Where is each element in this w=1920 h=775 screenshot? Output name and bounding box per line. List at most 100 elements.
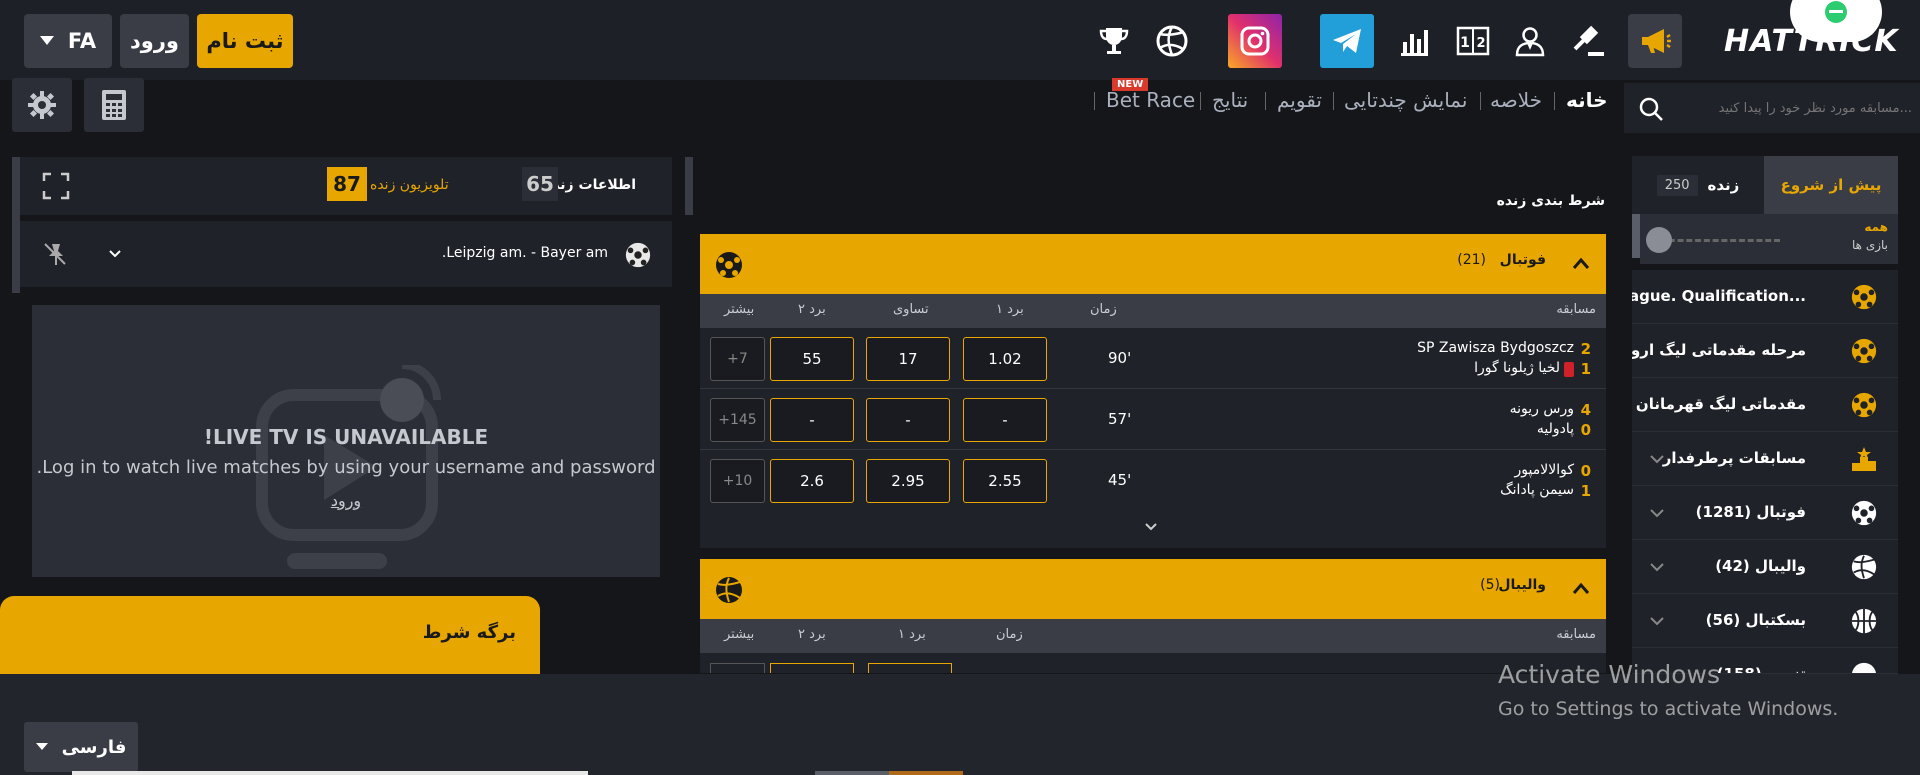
footer-language-label: فارسی — [61, 736, 127, 758]
match-time: 90' — [1108, 349, 1132, 367]
filter-slider-handle[interactable] — [1646, 227, 1672, 253]
tv-login-link[interactable]: ورود — [32, 491, 660, 510]
more-markets-button[interactable]: +10 — [710, 459, 765, 503]
odds-button[interactable] — [770, 663, 854, 673]
odds-button[interactable] — [868, 663, 952, 673]
auction-hammer-icon[interactable] — [1562, 14, 1616, 68]
telegram-icon[interactable] — [1320, 14, 1374, 68]
settings-button[interactable] — [12, 78, 72, 132]
sidebar-item[interactable]: مرحله مقدماتی لیگ اروپا — [1632, 324, 1898, 378]
live-match-selector[interactable]: Leipzig am. - Bayer am. — [20, 221, 672, 287]
volleyball-section-header[interactable]: (5) والیبال — [700, 559, 1606, 619]
col-win2: برد ۲ — [798, 627, 826, 642]
svg-text:1: 1 — [1460, 35, 1470, 51]
away-score: 0 — [1580, 421, 1591, 439]
sidebar-item[interactable]: مسابقات پرطرفدار — [1632, 432, 1898, 486]
sidebar-item-label: فوتبال (1281) — [1695, 503, 1806, 521]
nav-link-results[interactable]: نتایج — [1212, 88, 1248, 112]
unpin-icon[interactable] — [42, 241, 68, 267]
user-agent-icon[interactable] — [1503, 14, 1557, 68]
bet-slip-header[interactable]: برگه شرط — [0, 596, 540, 674]
search-input[interactable] — [1672, 93, 1912, 123]
sidebar-item[interactable]: مقدماتی لیگ قهرمانان اروپا — [1632, 378, 1898, 432]
register-button[interactable]: ثبت نام — [197, 14, 293, 68]
language-select[interactable]: FA — [24, 14, 112, 68]
away-team: لخیا ژیلونا گورا — [1474, 360, 1560, 376]
expand-more-chevron-icon[interactable] — [1144, 522, 1158, 532]
odds-win1-button[interactable]: - — [963, 398, 1047, 442]
nav-link-bet-race[interactable]: Bet Race — [1106, 88, 1195, 112]
odds-win2-button[interactable]: 2.6 — [770, 459, 854, 503]
trophy-icon[interactable] — [1087, 14, 1141, 68]
sidebar-item-label: تنیس (158) — [1716, 665, 1806, 674]
windows-activation-title: Activate Windows — [1498, 660, 1720, 689]
fullscreen-icon[interactable] — [42, 172, 70, 200]
basketball-icon — [1850, 607, 1878, 635]
tab-prematch[interactable]: پیش از شروع — [1764, 156, 1898, 214]
chevron-down-icon[interactable] — [1648, 612, 1666, 630]
statistics-icon[interactable] — [1387, 14, 1441, 68]
home-team: کوالالامپور — [1514, 462, 1574, 478]
odds-draw-button[interactable]: 17 — [866, 337, 950, 381]
odds-draw-button[interactable]: 2.95 — [866, 459, 950, 503]
match-row[interactable]: 0 کوالالامپور 1 سیمن پادانگ 45' 2.55 2.95 2.6 +1… — [700, 450, 1606, 511]
calculator-icon — [102, 90, 126, 120]
soccer-ball-icon — [1850, 391, 1878, 419]
odds-1x2-icon[interactable]: 12 — [1446, 14, 1500, 68]
nav-separator — [1554, 92, 1555, 110]
more-markets-button[interactable]: +145 — [710, 398, 765, 442]
filter-all-row[interactable]: همه بازی ها — [1640, 214, 1898, 264]
nav-separator — [1333, 92, 1334, 110]
announcement-icon[interactable] — [1628, 14, 1682, 68]
bet-slip-title: برگه شرط — [422, 622, 516, 643]
footer-language-select[interactable]: فارسی — [24, 722, 138, 772]
gear-icon — [28, 91, 56, 119]
more-markets-button[interactable]: +7 — [710, 337, 765, 381]
chevron-down-icon[interactable] — [1648, 504, 1666, 522]
sidebar-item[interactable]: League. Qualification... — [1632, 270, 1898, 324]
footer-scroll-strip-accent — [815, 771, 889, 775]
match-row[interactable]: 2 SP Zawisza Bydgoszcz 1 لخیا ژیلونا گورا 90… — [700, 328, 1606, 389]
soccer-ball-icon — [716, 252, 742, 278]
football-section-count: (21) — [1457, 252, 1486, 268]
odds-win2-button[interactable]: - — [770, 398, 854, 442]
sidebar-item[interactable]: والیبال (42) — [1632, 540, 1898, 594]
instagram-icon[interactable] — [1228, 14, 1282, 68]
footer-bar — [0, 674, 1920, 775]
odds-win1-button[interactable]: 2.55 — [963, 459, 1047, 503]
sidebar-item[interactable]: بسکتبال (56) — [1632, 594, 1898, 648]
sidebar-item-label: League. Qualification... — [1632, 287, 1806, 305]
chevron-down-icon[interactable] — [1648, 450, 1666, 468]
match-row[interactable]: 4 ورس ریونه 0 پادولیه 57' - - - +145 — [700, 389, 1606, 450]
col-match: مسابقه — [1556, 302, 1596, 317]
chevron-down-icon[interactable] — [1648, 558, 1666, 576]
live-tv-label[interactable]: تلویزیون زنده — [370, 177, 449, 193]
odds-button[interactable] — [710, 663, 765, 673]
tab-live-label: زنده — [1707, 176, 1740, 194]
calculator-button[interactable] — [84, 78, 144, 132]
collapse-chevron-icon[interactable] — [1572, 256, 1590, 270]
soccer-ball-icon — [625, 242, 651, 268]
tab-live[interactable]: 250 زنده — [1632, 156, 1764, 214]
nav-link-home[interactable]: خانه — [1566, 88, 1608, 112]
filter-slider-track[interactable] — [1660, 239, 1780, 242]
home-team: ورس ریونه — [1509, 401, 1574, 417]
volleyball-nav-icon[interactable] — [1145, 14, 1199, 68]
chevron-down-icon[interactable] — [108, 249, 122, 259]
caret-down-icon — [35, 743, 48, 750]
search-bar[interactable] — [1624, 83, 1920, 133]
odds-win1-button[interactable]: 1.02 — [963, 337, 1047, 381]
volleyball-section-title: والیبال — [1498, 577, 1546, 593]
odds-draw-button[interactable]: - — [866, 398, 950, 442]
chat-bubble-icon[interactable] — [1790, 0, 1882, 42]
nav-link-multiview[interactable]: نمایش چندتایی — [1344, 88, 1467, 112]
sidebar-item[interactable]: فوتبال (1281) — [1632, 486, 1898, 540]
live-panel-accent — [12, 157, 20, 293]
login-button[interactable]: ورود — [120, 14, 189, 68]
nav-link-calendar[interactable]: تقویم — [1277, 88, 1322, 112]
nav-link-summary[interactable]: خلاصه — [1490, 88, 1542, 112]
collapse-chevron-icon[interactable] — [1572, 581, 1590, 595]
football-section-header[interactable]: (21) فوتبال — [700, 234, 1606, 294]
odds-win2-button[interactable]: 55 — [770, 337, 854, 381]
volleyball-section-count: (5) — [1480, 577, 1500, 593]
